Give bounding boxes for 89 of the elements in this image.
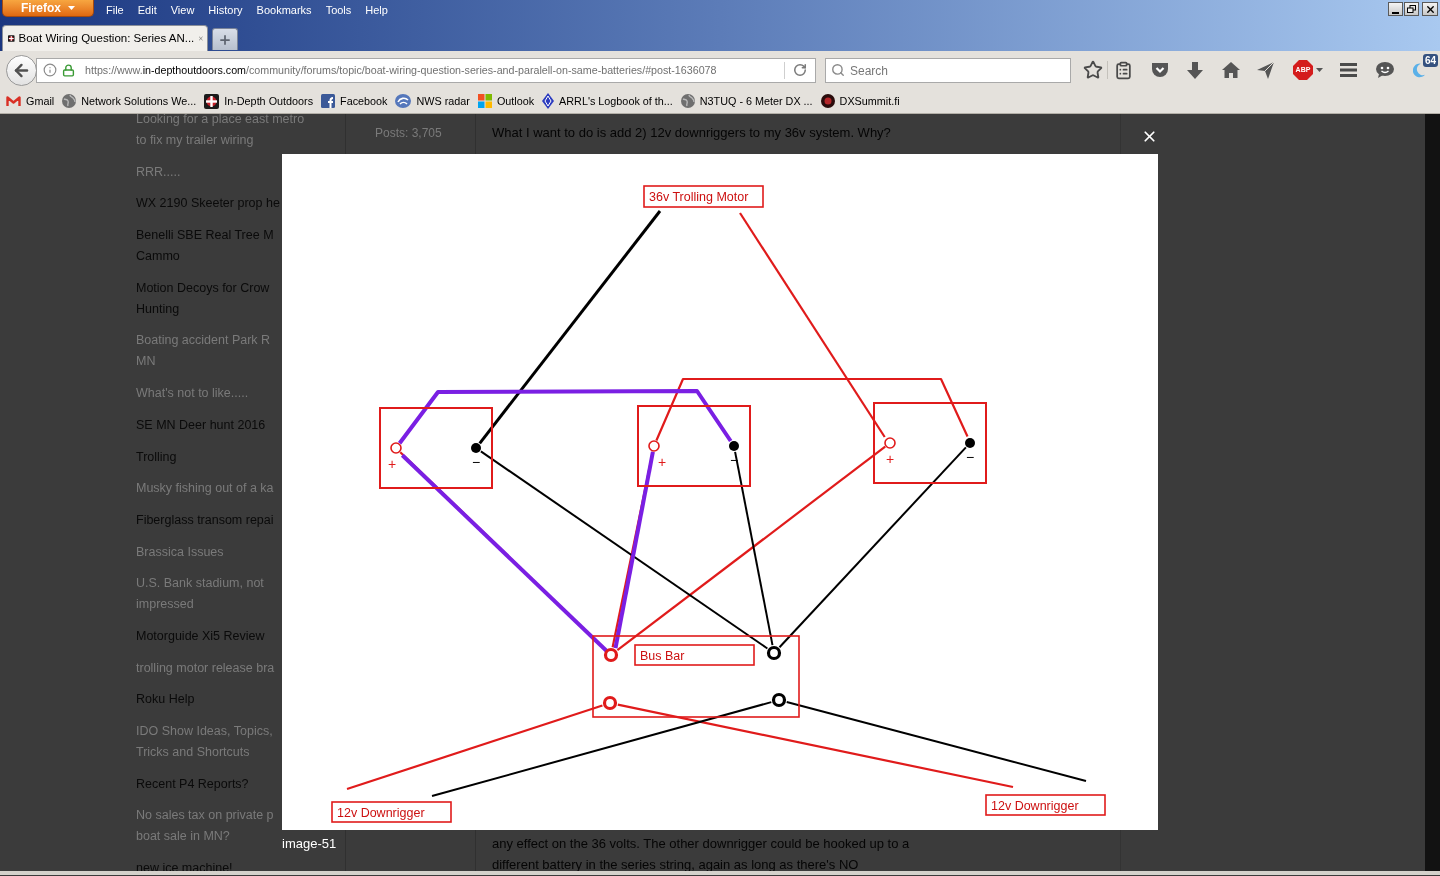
crescent-icon[interactable]	[1413, 62, 1425, 78]
four-squares-icon	[477, 94, 492, 108]
url-text: https://www.in-depthoutdoors.com/community/forums/topic/boat-wiring-question-series-and-paralell-on-same-batteries/#post-1636078	[85, 62, 717, 78]
terminal-icon	[965, 438, 975, 448]
tab-title: Boat Wiring Question: Series AN...	[18, 30, 195, 46]
pocket-icon[interactable]	[1151, 62, 1169, 78]
minimize-button[interactable]	[1388, 2, 1403, 16]
menu-item[interactable]: Bookmarks	[256, 3, 312, 17]
bookmark-item[interactable]: DXSummit.fi	[820, 92, 900, 110]
topic-link[interactable]: No sales tax on private p boat sale in MN?	[136, 805, 274, 848]
topic-link[interactable]: Brassica Issues	[136, 541, 224, 563]
new-tab-button[interactable]	[212, 28, 238, 50]
star-icon[interactable]	[1083, 60, 1103, 80]
search-field[interactable]: Search	[825, 58, 1071, 83]
bookmark-item[interactable]: ARRL's Logbook of th...	[542, 92, 673, 110]
terminal-icon	[648, 440, 660, 452]
download-icon[interactable]	[1187, 61, 1203, 79]
minus-sign: −	[471, 454, 481, 470]
bookmark-item[interactable]: NWS radar	[395, 92, 470, 110]
search-icon	[831, 63, 845, 77]
home-icon[interactable]	[1222, 62, 1240, 78]
plus-sign: +	[387, 456, 397, 472]
terminal-icon	[390, 442, 402, 454]
topic-link[interactable]: Musky fishing out of a ka	[136, 478, 274, 500]
image-caption: image-51	[282, 837, 337, 851]
mail-icon	[6, 95, 21, 107]
minimize-icon	[1392, 12, 1399, 14]
bookmark-item[interactable]: Facebook	[321, 92, 388, 110]
motor-label: 36v Trolling Motor	[643, 185, 764, 208]
bookmark-item[interactable]: Network Solutions We...	[62, 92, 197, 110]
reload-icon[interactable]	[793, 63, 807, 77]
terminal-icon	[766, 645, 782, 661]
paper-plane-icon[interactable]	[1257, 61, 1274, 79]
globe-icon	[680, 94, 695, 108]
diamond-icon	[542, 93, 555, 109]
downrigger-label: 12v Downrigger	[985, 794, 1106, 816]
terminal-icon	[884, 437, 896, 449]
notification-badge: 64	[1422, 54, 1438, 67]
caret-icon	[1316, 68, 1323, 72]
scrollbar-track[interactable]	[1425, 114, 1440, 871]
firefox-menu-button[interactable]: Firefox	[2, 0, 94, 17]
downrigger-label: 12v Downrigger	[331, 801, 452, 823]
browser-tab[interactable]: Boat Wiring Question: Series AN...	[2, 25, 208, 51]
menu-item[interactable]: View	[170, 3, 195, 17]
f-logo-icon	[321, 94, 336, 108]
topic-link[interactable]: What's not to like.....	[136, 383, 249, 405]
site-logo-icon	[204, 93, 220, 109]
menu-icon[interactable]	[1340, 63, 1357, 77]
restore-icon	[1407, 5, 1416, 13]
bookmark-item[interactable]: In-Depth Outdoors	[204, 92, 314, 110]
close-icon[interactable]	[1141, 128, 1158, 145]
menu-item[interactable]: History	[208, 3, 243, 17]
terminal-icon	[771, 692, 787, 708]
clipboard-icon[interactable]	[1114, 60, 1133, 80]
radar-icon	[395, 94, 412, 108]
bus-bar-label: Bus Bar	[634, 644, 755, 666]
topic-link[interactable]: RRR.....	[136, 161, 181, 183]
close-button[interactable]	[1422, 2, 1438, 16]
plus-sign: +	[885, 451, 895, 467]
topic-link[interactable]: U.S. Bank stadium, not impressed	[136, 573, 264, 616]
lock-icon[interactable]	[62, 63, 75, 77]
terminal-icon	[603, 647, 619, 663]
url-field[interactable]: https://www.in-depthoutdoors.com/community/forums/topic/boat-wiring-question-series-and-paralell-on-same-batteries/#post-1636078	[36, 57, 816, 83]
topic-link[interactable]: Boating accident Park R MN	[136, 330, 271, 373]
bookmark-item[interactable]: Gmail	[6, 92, 55, 110]
menu-item[interactable]: File	[106, 3, 124, 17]
plus-sign: +	[657, 454, 667, 470]
plus-icon	[218, 32, 232, 47]
circle-logo-icon	[820, 94, 835, 108]
back-button[interactable]	[6, 54, 37, 86]
topic-link[interactable]: Looking for a place east metro to fix my trailer wiring	[136, 114, 305, 151]
bookmark-item[interactable]: N3TUQ - 6 Meter DX ...	[680, 92, 813, 110]
info-icon[interactable]	[43, 63, 57, 77]
minus-sign: −	[965, 449, 975, 465]
globe-icon	[62, 94, 77, 108]
topic-link[interactable]: trolling motor release bra	[136, 657, 275, 679]
smiley-bubble-icon[interactable]	[1376, 62, 1394, 78]
restore-button[interactable]	[1404, 2, 1419, 16]
terminal-icon	[729, 441, 739, 451]
terminal-icon	[602, 695, 618, 711]
close-icon	[1424, 3, 1436, 15]
menu-item[interactable]: Tools	[325, 3, 352, 17]
caret-icon	[68, 6, 75, 10]
menu-item[interactable]: Help	[365, 3, 388, 17]
bookmark-item[interactable]: Outlook	[477, 92, 535, 110]
menu-item[interactable]: Edit	[137, 3, 157, 17]
terminal-icon	[471, 443, 481, 453]
topic-link[interactable]: IDO Show Ideas, Topics, Tricks and Shortcuts	[136, 721, 273, 763]
post-count: Posts: 3,705	[375, 126, 442, 140]
